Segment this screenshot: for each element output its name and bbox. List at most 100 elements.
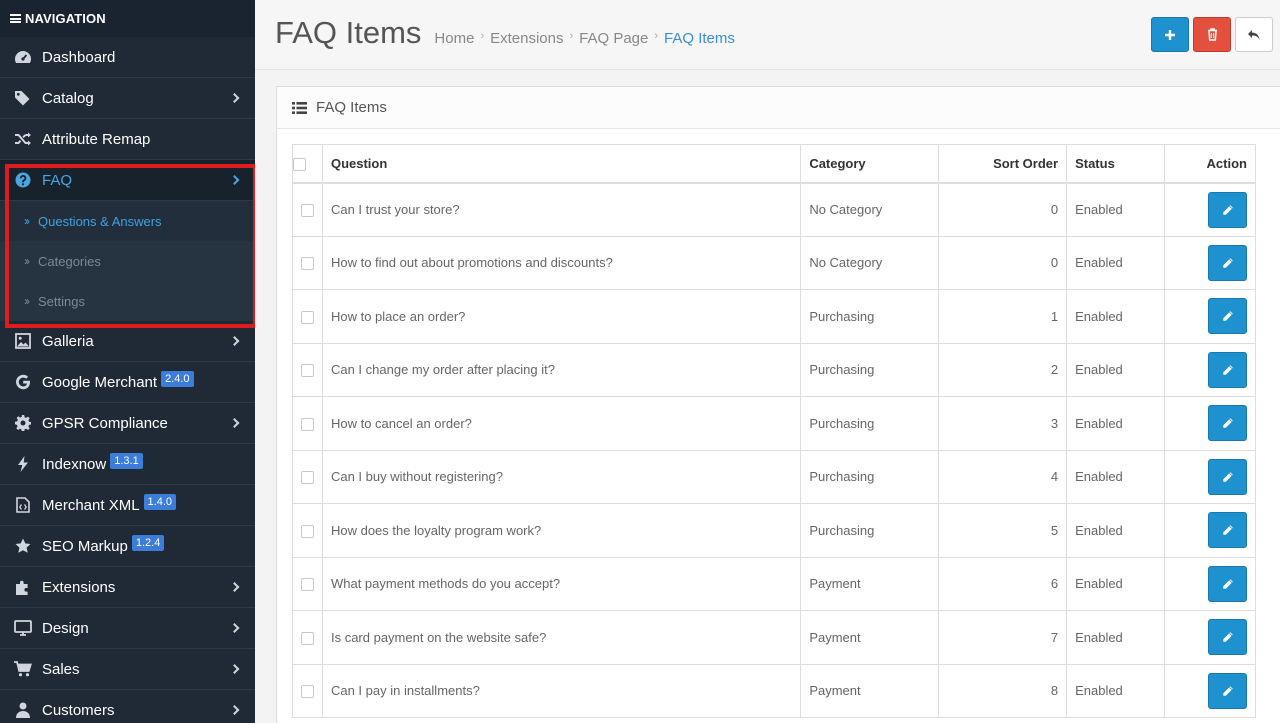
pencil-icon — [1222, 311, 1233, 321]
edit-button[interactable] — [1208, 244, 1247, 281]
version-badge: 2.4.0 — [161, 371, 194, 387]
submenu-item-settings[interactable]: ›› Settings — [0, 281, 255, 321]
category-cell: Purchasing — [800, 396, 940, 451]
column-header-status[interactable]: Status — [1066, 144, 1166, 184]
sidebar-item-label: Design — [42, 619, 89, 637]
question-circle-icon — [14, 171, 32, 189]
sidebar-item-label: GPSR Compliance — [42, 414, 168, 432]
sidebar-item-indexnow[interactable]: Indexnow 1.3.1 — [0, 444, 255, 485]
nav-header[interactable]: NAVIGATION — [0, 0, 255, 37]
question-cell: Can I buy without registering? — [321, 449, 802, 504]
column-header-category[interactable]: Category — [800, 144, 940, 184]
question-cell: What payment methods do you accept? — [321, 556, 802, 611]
category-cell: Payment — [800, 610, 940, 665]
row-checkbox[interactable] — [300, 685, 314, 699]
table-row: Can I change my order after placing it? P… — [292, 342, 1256, 397]
select-cell — [292, 449, 323, 504]
sidebar-item-label: Attribute Remap — [42, 130, 151, 148]
faq-items-panel: FAQ Items Question Category Sort Order S… — [276, 86, 1280, 723]
row-checkbox[interactable] — [300, 471, 314, 485]
sidebar-item-seo-markup[interactable]: SEO Markup 1.2.4 — [0, 526, 255, 567]
question-cell: Can I pay in installments? — [321, 663, 802, 718]
table-row: Is card payment on the website safe? Paym… — [292, 610, 1256, 665]
sidebar-item-dashboard[interactable]: Dashboard — [0, 37, 255, 78]
edit-button[interactable] — [1208, 191, 1247, 228]
sidebar-item-extensions[interactable]: Extensions — [0, 567, 255, 608]
sort-order-cell: 8 — [938, 663, 1068, 718]
select-all-checkbox[interactable] — [293, 157, 306, 171]
sidebar-item-faq[interactable]: FAQ — [0, 160, 255, 201]
select-cell — [292, 663, 323, 718]
sidebar-item-galleria[interactable]: Galleria — [0, 321, 255, 362]
sidebar-item-merchant-xml[interactable]: Merchant XML 1.4.0 — [0, 485, 255, 526]
sidebar-menu: Dashboard Catalog Attribute Remap FAQ ›› Ques… — [0, 37, 255, 723]
sidebar-item-google-merchant[interactable]: Google Merchant 2.4.0 — [0, 362, 255, 403]
row-checkbox[interactable] — [300, 631, 314, 645]
column-header-action: Action — [1164, 144, 1256, 184]
delete-button[interactable] — [1193, 17, 1231, 52]
edit-button[interactable] — [1208, 298, 1247, 335]
submenu-item-categories[interactable]: ›› Categories — [0, 241, 255, 281]
add-button[interactable] — [1151, 17, 1189, 52]
question-cell: How does the loyalty program work? — [321, 503, 802, 558]
table-row: How does the loyalty program work? Purcha… — [292, 503, 1256, 558]
status-cell: Enabled — [1066, 182, 1166, 237]
table-row: Can I trust your store? No Category 0 Enabl… — [292, 182, 1256, 237]
user-icon — [14, 701, 32, 719]
row-checkbox[interactable] — [300, 204, 314, 218]
image-icon — [14, 332, 32, 350]
row-checkbox[interactable] — [300, 578, 314, 592]
version-badge: 1.4.0 — [143, 494, 177, 510]
category-cell: Purchasing — [800, 342, 940, 397]
edit-button[interactable] — [1208, 619, 1247, 656]
row-checkbox[interactable] — [300, 310, 314, 324]
monitor-icon — [14, 619, 32, 637]
column-header-sort-order[interactable]: Sort Order — [938, 144, 1068, 184]
column-header-question[interactable]: Question — [321, 144, 802, 184]
breadcrumb-link-home[interactable]: Home — [434, 30, 474, 47]
sidebar-item-label: Catalog — [42, 89, 94, 107]
table-row: Can I buy without registering? Purchasing… — [292, 449, 1256, 504]
sidebar-item-attribute-remap[interactable]: Attribute Remap — [0, 119, 255, 160]
row-checkbox[interactable] — [300, 257, 314, 271]
sidebar-item-gpsr-compliance[interactable]: GPSR Compliance — [0, 403, 255, 444]
sort-order-cell: 4 — [938, 449, 1068, 504]
breadcrumb-separator-icon: › — [480, 30, 485, 42]
pencil-icon — [1222, 578, 1233, 589]
action-cell — [1164, 610, 1256, 665]
edit-button[interactable] — [1208, 351, 1247, 388]
sidebar-item-design[interactable]: Design — [0, 608, 255, 649]
cart-icon — [14, 660, 32, 678]
code-file-icon — [14, 496, 32, 514]
sidebar-item-catalog[interactable]: Catalog — [0, 78, 255, 119]
edit-button[interactable] — [1208, 565, 1247, 602]
edit-button[interactable] — [1208, 672, 1247, 709]
edit-button[interactable] — [1208, 405, 1247, 442]
back-button[interactable] — [1235, 17, 1273, 52]
version-badge: 1.3.1 — [110, 453, 143, 469]
edit-button[interactable] — [1208, 458, 1247, 495]
sort-order-cell: 7 — [938, 610, 1068, 665]
chevron-right-icon — [229, 705, 240, 715]
question-cell: How to cancel an order? — [321, 396, 802, 451]
submenu-item-questions-and-answers[interactable]: ›› Questions & Answers — [0, 201, 255, 241]
breadcrumb-link-faq-items[interactable]: FAQ Items — [664, 30, 735, 47]
sidebar-item-label: Customers — [42, 701, 115, 719]
tags-icon — [14, 89, 32, 107]
row-checkbox[interactable] — [300, 417, 314, 431]
breadcrumb-link-extensions[interactable]: Extensions — [490, 30, 563, 47]
action-cell — [1164, 449, 1256, 504]
row-checkbox[interactable] — [300, 364, 314, 378]
puzzle-icon — [14, 578, 32, 596]
row-checkbox[interactable] — [300, 524, 314, 538]
action-cell — [1164, 396, 1256, 451]
chevron-right-icon — [229, 418, 240, 428]
edit-button[interactable] — [1208, 512, 1247, 549]
sidebar-item-sales[interactable]: Sales — [0, 649, 255, 690]
breadcrumb-link-faq-page[interactable]: FAQ Page — [579, 30, 648, 47]
status-cell: Enabled — [1066, 610, 1166, 665]
sidebar-item-label: Sales — [42, 660, 80, 678]
sidebar-item-customers[interactable]: Customers — [0, 690, 255, 723]
chevron-right-icon — [229, 93, 240, 103]
double-angle-right-icon: ›› — [24, 254, 30, 268]
